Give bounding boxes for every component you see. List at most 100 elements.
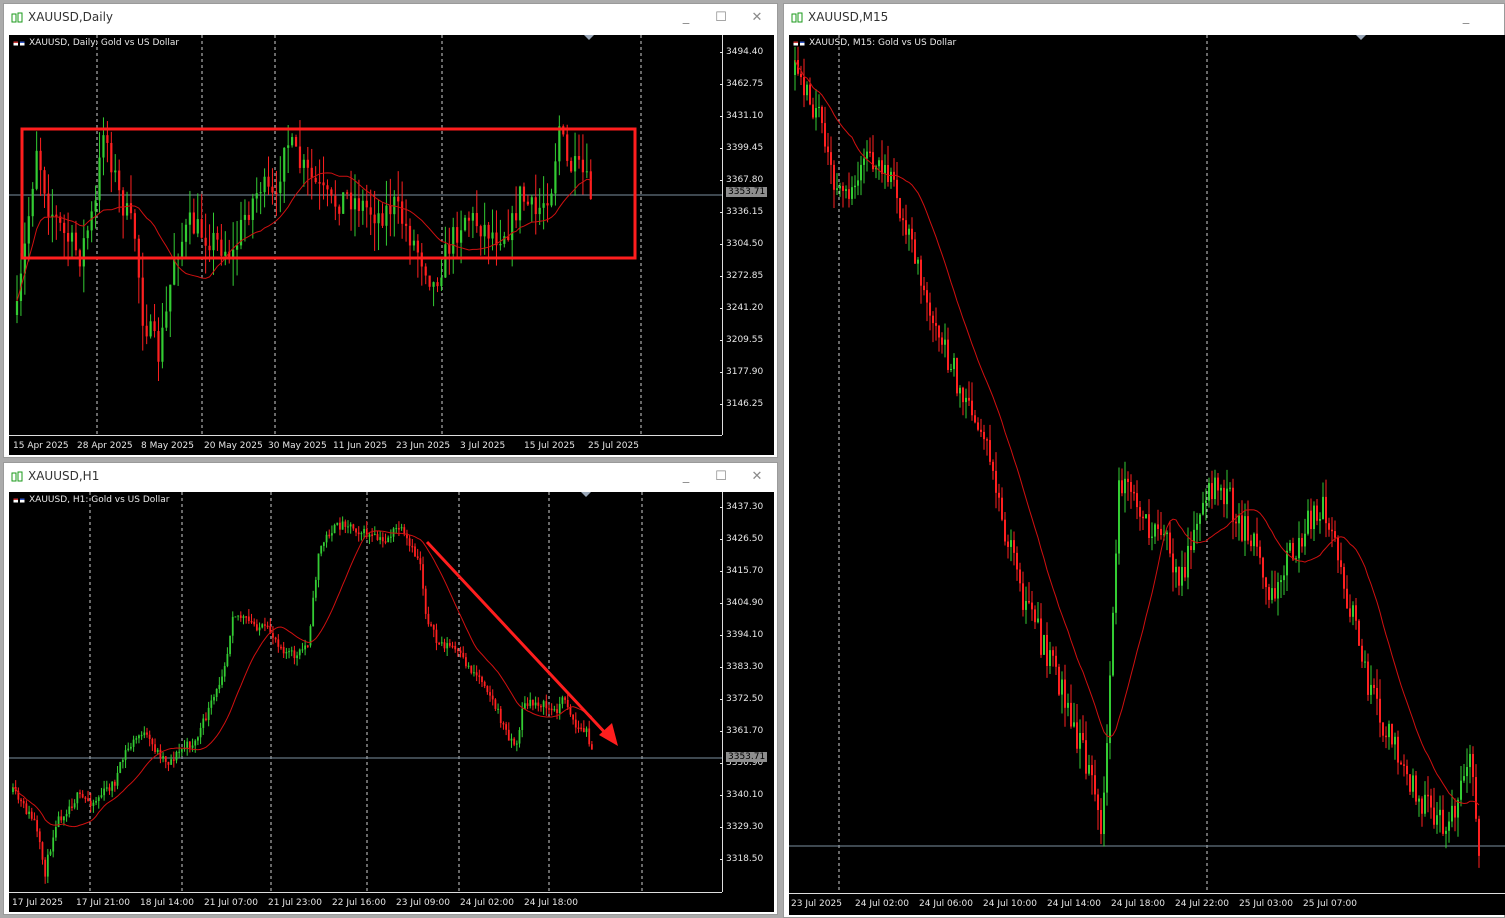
candle-body xyxy=(1424,794,1426,814)
candle-body xyxy=(1154,524,1156,537)
candle-body xyxy=(1271,588,1273,600)
candle-body xyxy=(491,232,494,239)
candle-body xyxy=(1388,723,1390,738)
chart-shift-marker xyxy=(1356,35,1366,40)
candle-body xyxy=(980,429,982,432)
candle-body xyxy=(125,203,129,216)
candle-body xyxy=(499,708,502,723)
price-tick xyxy=(720,667,723,668)
candle-body xyxy=(887,164,889,182)
candle-body xyxy=(36,820,39,832)
candle-body xyxy=(385,205,388,226)
chart-area[interactable]: XAUUSD, Daily: Gold vs US Dollar 3494.40… xyxy=(9,35,774,455)
price-text: 3399.45 xyxy=(726,143,764,153)
candle-body xyxy=(444,244,447,278)
candle-body xyxy=(878,160,880,167)
price-axis-label: 3415.70 xyxy=(720,566,774,576)
candle-body xyxy=(511,213,514,241)
candle-body xyxy=(974,415,976,423)
candle-body xyxy=(1382,722,1384,736)
candle-body xyxy=(1409,774,1411,792)
price-text: 3415.70 xyxy=(726,566,764,576)
time-axis-label: 24 Jul 18:00 xyxy=(1111,899,1165,909)
candle-body xyxy=(1322,496,1324,520)
candle-body xyxy=(532,699,534,706)
range-box-annotation xyxy=(20,127,637,260)
candle-body xyxy=(245,616,248,618)
candle-body xyxy=(229,635,231,654)
candle-body xyxy=(481,676,483,682)
candle-body xyxy=(1364,661,1366,663)
candle-body xyxy=(1175,566,1177,573)
minimize-icon[interactable]: _ xyxy=(676,8,696,28)
candle-body xyxy=(1160,528,1162,535)
time-axis-label: 15 Apr 2025 xyxy=(13,441,69,451)
candle-body xyxy=(1016,552,1018,570)
candle-body xyxy=(1433,807,1435,825)
candle-body xyxy=(1067,702,1069,708)
candle-body xyxy=(1313,505,1315,530)
chart-window-m15[interactable]: XAUUSD,M15 _ XAUUSD, M15: Gold vs US Dol… xyxy=(783,3,1505,918)
candle-body xyxy=(968,397,970,401)
price-text: 3146.25 xyxy=(726,399,764,409)
candle-body xyxy=(566,699,569,707)
price-tick xyxy=(720,84,723,85)
candle-body xyxy=(585,728,588,733)
candle-body xyxy=(1064,679,1066,708)
price-tick xyxy=(720,308,723,309)
candle-body xyxy=(1187,545,1189,578)
candle-body xyxy=(857,180,859,186)
maximize-icon[interactable]: ☐ xyxy=(711,467,731,487)
candle-body xyxy=(1091,765,1093,776)
price-text: 3361.70 xyxy=(726,726,764,736)
candle-body xyxy=(515,743,518,745)
candle-body xyxy=(462,652,465,658)
time-axis-label: 21 Jul 07:00 xyxy=(204,898,258,908)
window-titlebar[interactable]: XAUUSD,M15 _ xyxy=(784,4,1504,32)
candle-body xyxy=(196,219,199,234)
chart-area[interactable]: XAUUSD, M15: Gold vs US Dollar 23 Jul 20… xyxy=(789,35,1505,915)
minimize-icon[interactable]: _ xyxy=(676,467,696,487)
candle-body xyxy=(81,793,84,798)
window-titlebar[interactable]: XAUUSD,Daily _ ☐ ✕ xyxy=(4,4,777,32)
price-axis-label: 3329.30 xyxy=(720,822,774,832)
maximize-icon[interactable]: ☐ xyxy=(711,8,731,28)
candle-body xyxy=(1019,569,1021,584)
candle-body xyxy=(944,339,946,345)
candle-body xyxy=(558,703,561,714)
candle-body xyxy=(523,703,526,709)
time-axis-label: 8 May 2025 xyxy=(141,441,194,451)
candle-body xyxy=(866,151,868,159)
price-text: 3336.15 xyxy=(726,207,764,217)
price-text: 3329.30 xyxy=(726,822,764,832)
chart-window-h1[interactable]: XAUUSD,H1 _ ☐ ✕ XAUUSD, H1: Gold vs US D… xyxy=(3,462,778,915)
chart-area[interactable]: XAUUSD, H1: Gold vs US Dollar 3437.30 342… xyxy=(9,492,774,912)
price-tick xyxy=(720,244,723,245)
candle-body xyxy=(1259,546,1261,558)
candle-body xyxy=(550,708,553,711)
candle-body xyxy=(1196,523,1198,530)
candle-body xyxy=(197,737,199,741)
candle-body xyxy=(812,104,814,118)
time-axis-label: 3 Jul 2025 xyxy=(460,441,506,451)
price-tick xyxy=(720,52,723,53)
candle-body xyxy=(1451,805,1453,822)
window-titlebar[interactable]: XAUUSD,H1 _ ☐ ✕ xyxy=(4,463,777,491)
candle-body xyxy=(1370,684,1372,695)
candle-body xyxy=(1001,497,1003,520)
candle-body xyxy=(926,290,928,303)
candle-body xyxy=(890,171,892,182)
chart-window-daily[interactable]: XAUUSD,Daily _ ☐ ✕ XAUUSD, Daily: Gold v… xyxy=(3,3,778,458)
candle-body xyxy=(226,653,229,667)
close-icon[interactable]: ✕ xyxy=(747,8,767,28)
candle-body xyxy=(572,714,575,720)
chart-shift-marker xyxy=(584,35,594,40)
current-price-label: 3353.71 xyxy=(726,187,768,197)
candle-body xyxy=(116,772,119,786)
candle-body xyxy=(186,741,189,749)
minimize-icon[interactable]: _ xyxy=(1456,8,1476,28)
candle-body xyxy=(76,792,79,804)
candle-body xyxy=(1283,575,1285,581)
candle-body xyxy=(30,811,33,819)
close-icon[interactable]: ✕ xyxy=(747,467,767,487)
